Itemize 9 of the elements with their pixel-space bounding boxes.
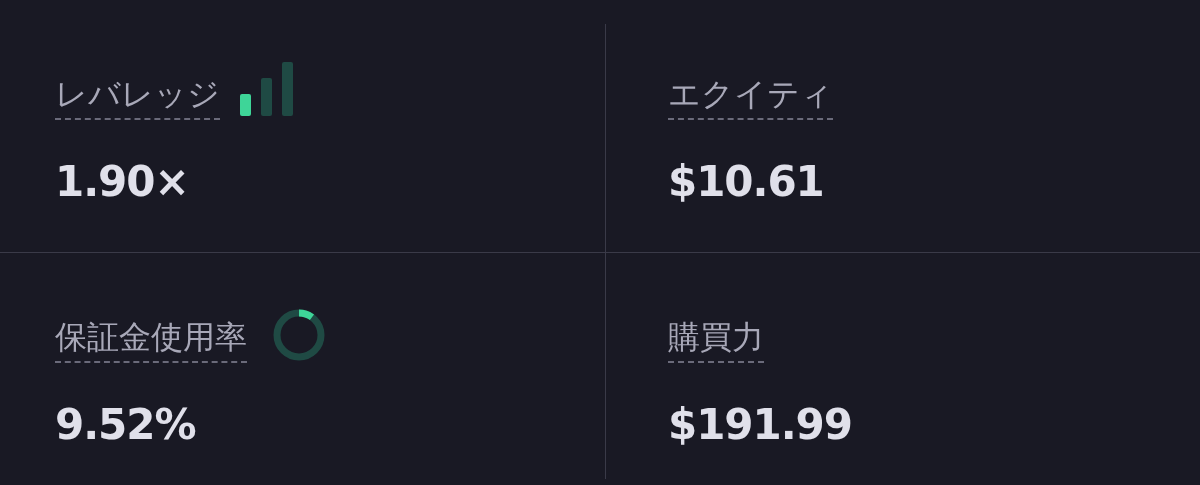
metric-label[interactable]: エクイティ — [668, 74, 833, 120]
metric-label[interactable]: 購買力 — [668, 317, 764, 363]
metric-value: 1.90× — [55, 158, 190, 206]
progress-ring-icon — [271, 307, 327, 363]
metric-label[interactable]: 保証金使用率 — [55, 317, 247, 363]
metric-value: 9.52% — [55, 401, 197, 449]
metric-value: $191.99 — [668, 401, 853, 449]
metric-value: $10.61 — [668, 158, 825, 206]
metric-label[interactable]: レバレッジ — [55, 74, 220, 120]
